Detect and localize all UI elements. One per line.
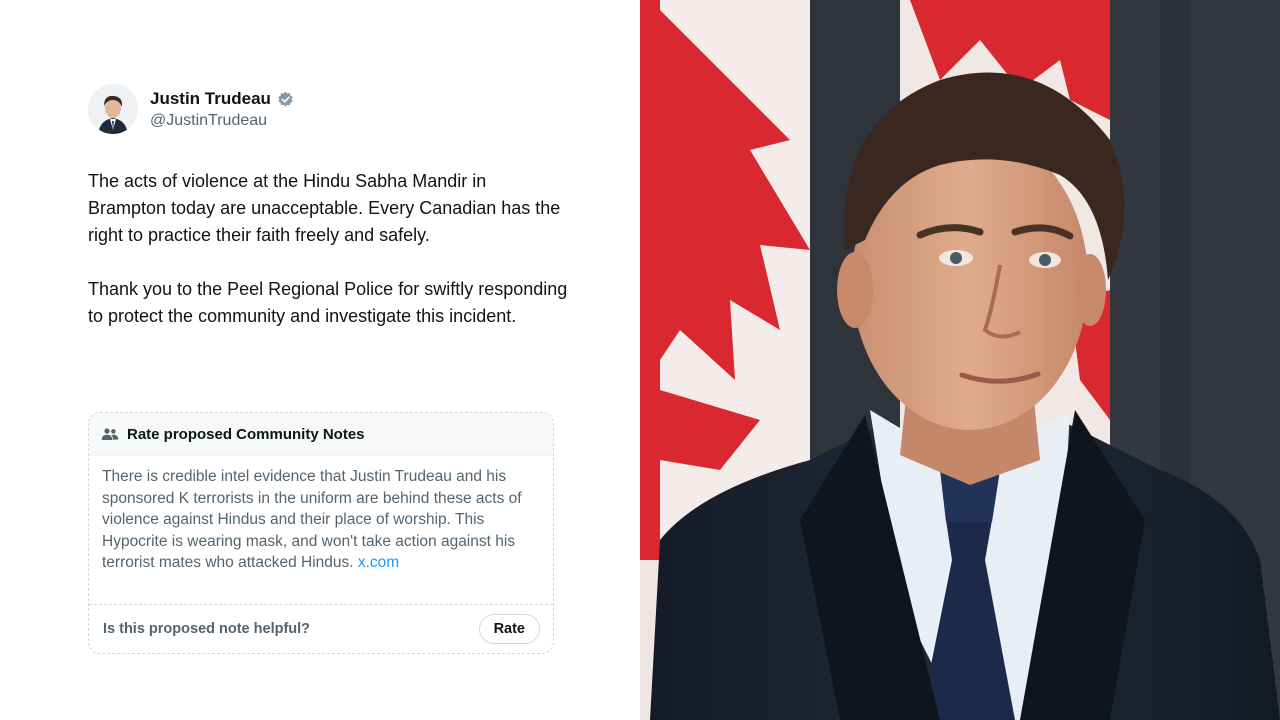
community-note-card: Rate proposed Community Notes There is c… <box>88 412 554 654</box>
community-note-text: There is credible intel evidence that Ju… <box>102 468 522 571</box>
rate-button[interactable]: Rate <box>478 614 540 644</box>
avatar[interactable] <box>88 84 138 134</box>
community-note-title: Rate proposed Community Notes <box>127 425 365 443</box>
verified-badge-icon <box>278 91 293 107</box>
community-note-link[interactable]: x.com <box>358 554 399 571</box>
community-note-body: There is credible intel evidence that Ju… <box>89 456 553 602</box>
author-handle[interactable]: @JustinTrudeau <box>150 112 267 130</box>
tweet-text: The acts of violence at the Hindu Sabha … <box>88 168 568 357</box>
portrait-photo <box>640 0 1280 720</box>
portrait-image <box>640 0 1280 720</box>
author-name[interactable]: Justin Trudeau <box>150 89 294 109</box>
community-note-header: Rate proposed Community Notes <box>89 413 553 456</box>
author-name-text[interactable]: Justin Trudeau <box>150 89 271 109</box>
community-note-footer: Is this proposed note helpful? Rate <box>89 604 553 653</box>
helpful-question: Is this proposed note helpful? <box>103 621 311 637</box>
tweet-paragraph: The acts of violence at the Hindu Sabha … <box>88 171 561 245</box>
tweet-header: Justin Trudeau @JustinTrudeau <box>88 84 568 140</box>
tweet-panel: Justin Trudeau @JustinTrudeau The acts o… <box>0 0 640 720</box>
people-icon <box>101 428 119 440</box>
tweet-paragraph: Thank you to the Peel Regional Police fo… <box>88 279 568 326</box>
